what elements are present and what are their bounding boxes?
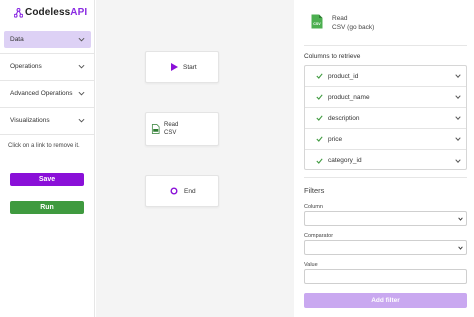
filters-title: Filters <box>304 186 325 195</box>
end-circle-icon <box>170 187 178 195</box>
remove-link-hint: Click on a link to remove it. <box>8 143 80 149</box>
columns-label: Columns to retrieve <box>304 53 361 60</box>
chevron-down-icon[interactable] <box>455 158 461 163</box>
sidebar-item-data[interactable]: Data <box>4 31 91 48</box>
comparator-field-label: Comparator <box>304 233 334 239</box>
start-node[interactable]: Start <box>145 51 219 83</box>
logo: CodelessAPI <box>14 7 87 18</box>
divider <box>304 45 467 46</box>
chevron-down-icon[interactable] <box>455 116 461 120</box>
chevron-down-icon[interactable] <box>455 137 461 141</box>
column-select[interactable] <box>304 211 467 226</box>
chevron-down-icon <box>78 91 85 96</box>
check-icon <box>316 115 323 121</box>
comparator-select[interactable] <box>304 240 467 255</box>
column-name: product_name <box>328 93 370 101</box>
divider <box>0 53 95 54</box>
sidebar-item-label: Advanced Operations <box>10 90 73 97</box>
csv-file-icon: CSV <box>311 14 323 29</box>
column-row[interactable]: price <box>305 129 466 150</box>
run-button[interactable]: Run <box>10 201 84 214</box>
chevron-down-icon <box>78 118 85 123</box>
chevron-down-icon <box>458 217 463 221</box>
value-field-label: Value <box>304 262 318 268</box>
play-icon <box>171 63 178 71</box>
read-node-line2: CSV <box>164 130 177 136</box>
column-row[interactable]: category_id <box>305 150 466 171</box>
read-csv-node[interactable]: Read CSV <box>145 112 219 146</box>
sidebar: CodelessAPI Data Operations Advanced Ope… <box>0 0 95 317</box>
column-name: category_id <box>328 157 362 164</box>
chevron-down-icon[interactable] <box>455 74 461 78</box>
go-back-link[interactable]: CSV (go back) <box>332 23 374 32</box>
check-icon <box>316 136 323 142</box>
divider <box>0 80 95 81</box>
divider <box>0 107 95 108</box>
column-field-label: Column <box>304 204 323 210</box>
chevron-down-icon <box>458 246 463 250</box>
end-node-label: End <box>184 187 196 195</box>
divider <box>0 134 95 135</box>
column-name: product_id <box>328 72 359 80</box>
start-node-label: Start <box>183 63 197 71</box>
sidebar-item-operations[interactable]: Operations <box>4 58 91 75</box>
column-row[interactable]: description <box>305 108 466 129</box>
csv-file-icon <box>151 124 160 134</box>
add-filter-button[interactable]: Add filter <box>304 293 467 308</box>
flow-canvas[interactable]: Start Read CSV End <box>96 0 294 317</box>
check-icon <box>316 73 323 79</box>
file-header: CSV Read CSV (go back) <box>311 14 374 32</box>
svg-text:CSV: CSV <box>313 22 321 26</box>
column-row[interactable]: product_id <box>305 66 466 87</box>
logo-text: CodelessAPI <box>25 7 88 18</box>
chevron-down-icon <box>78 64 85 69</box>
properties-panel: CSV Read CSV (go back) Columns to retrie… <box>295 0 474 317</box>
sidebar-item-advanced-operations[interactable]: Advanced Operations <box>4 85 91 102</box>
file-type-label: Read <box>332 15 348 22</box>
chevron-down-icon <box>78 37 85 42</box>
chevron-down-icon[interactable] <box>455 95 461 99</box>
sidebar-item-visualizations[interactable]: Visualizations <box>4 112 91 129</box>
value-input[interactable] <box>304 269 467 284</box>
logo-icon <box>14 7 23 18</box>
sidebar-item-label: Visualizations <box>10 117 50 124</box>
column-name: description <box>328 114 360 122</box>
divider <box>304 177 467 178</box>
sidebar-item-label: Data <box>10 36 24 43</box>
check-icon <box>316 157 323 164</box>
columns-list: product_id product_name description pric… <box>304 65 467 170</box>
sidebar-item-label: Operations <box>10 63 42 70</box>
end-node[interactable]: End <box>145 175 219 207</box>
read-node-line1: Read <box>164 122 179 128</box>
check-icon <box>316 94 323 100</box>
column-row[interactable]: product_name <box>305 87 466 108</box>
save-button[interactable]: Save <box>10 173 84 186</box>
column-name: price <box>328 135 343 143</box>
